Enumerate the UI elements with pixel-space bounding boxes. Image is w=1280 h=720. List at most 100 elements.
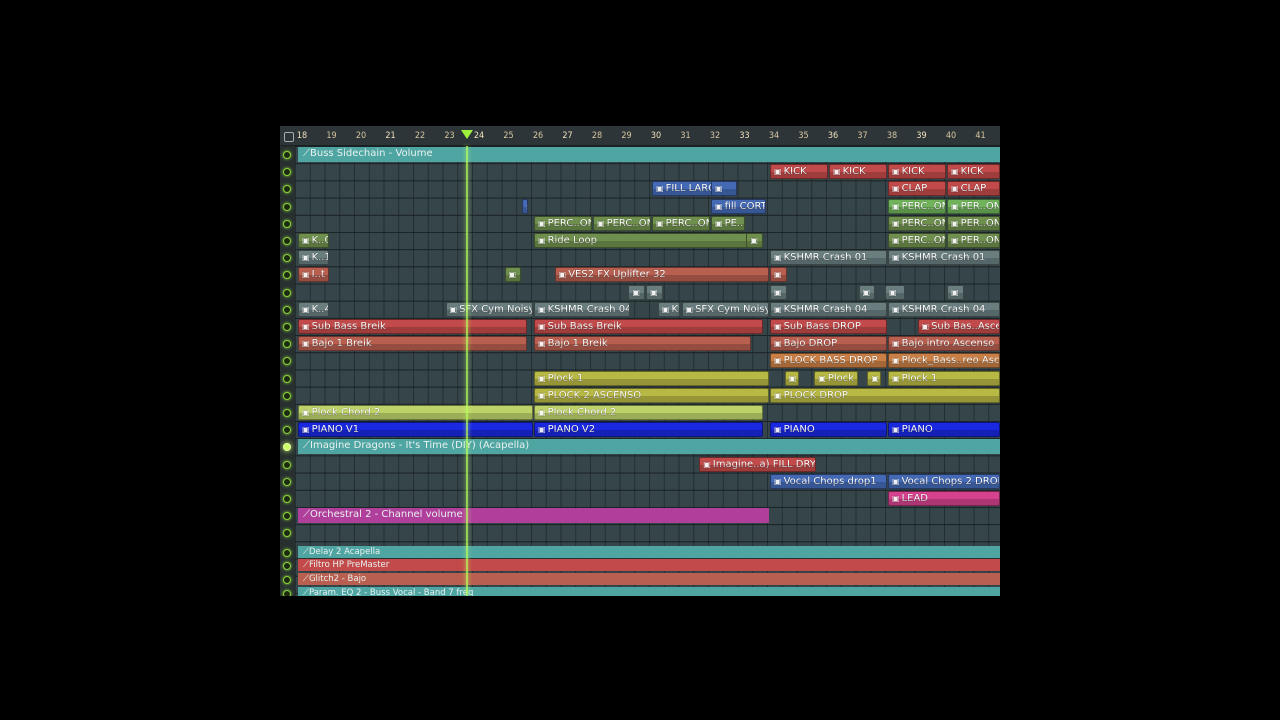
timeline-ruler[interactable]: 18 19 20 21 22 23 24 25 26 27 28 29 30 31 32 33 34 35 36 37… <box>280 126 1000 146</box>
playlist-clip[interactable]: ▣ Plock Chord 2 <box>298 405 533 420</box>
playlist-grid[interactable]: ⟋Buss Sidechain - Volume ▣ KICK ▣ KICK ▣ KICK ▣… <box>295 146 1000 596</box>
playlist-clip[interactable]: ▣ PIANO <box>888 422 1000 438</box>
playlist-clip[interactable]: ▣ <box>746 233 764 248</box>
playlist-clip[interactable]: ▣ K..0 <box>298 233 330 248</box>
playlist-clip[interactable]: ▣ <box>646 284 663 300</box>
automation-clip[interactable]: ⟋Orchestral 2 - Channel volume <box>298 508 769 524</box>
playlist-clip[interactable]: ▣FILL LARGO <box>652 181 713 197</box>
playlist-clip[interactable]: ▣Plock_Bass..reo Ascenso <box>888 353 1000 369</box>
playlist-clip[interactable]: ▣KS <box>657 301 681 317</box>
track-mute-led[interactable] <box>283 288 291 297</box>
playlist-clip[interactable]: ▣ Imagine..a) FILL DRY <box>699 456 817 472</box>
playlist-clip[interactable]: ▣ KICK <box>770 164 828 180</box>
playlist-clip[interactable]: ▣PERC..ON 3 <box>888 233 946 248</box>
playlist-clip[interactable]: ▣ <box>770 284 787 300</box>
playlist-window[interactable]: 18 19 20 21 22 23 24 25 26 27 28 29 30 31 32 33 34 35 36 37… <box>280 126 1000 596</box>
playlist-clip[interactable]: ▣ CLAP <box>947 181 1000 197</box>
playlist-clip[interactable]: ▣PER..ON 3 <box>947 233 1000 248</box>
playlist-clip[interactable]: ▣ <box>770 267 787 283</box>
playlist-clip[interactable]: ▣ <box>885 284 905 300</box>
playlist-clip[interactable]: ▣ LEAD <box>888 491 1000 506</box>
track-mute-led[interactable] <box>283 340 291 349</box>
playlist-clip[interactable]: ▣SFX Cym Noisy #2 <box>445 301 533 317</box>
playlist-clip[interactable]: ▣ <box>867 370 882 386</box>
playlist-clip[interactable]: ▣ PLOCK BASS DROP <box>770 353 887 369</box>
playlist-clip[interactable]: ▣ Bajo intro Ascenso <box>888 336 1000 352</box>
track-mute-led[interactable] <box>283 409 291 417</box>
playhead-marker-icon[interactable] <box>461 130 474 139</box>
playlist-clip[interactable]: ▣PER..ON 2 <box>947 198 1000 214</box>
playlist-clip[interactable]: ▣ KICK <box>829 164 887 180</box>
track-mute-led[interactable] <box>283 443 291 452</box>
playlist-clip[interactable]: ▣ K..4 <box>298 301 330 317</box>
playlist-clip[interactable]: ▣ Bajo 1 Breik <box>534 336 752 352</box>
playlist-clip[interactable]: ▣ PLOCK 2 ASCENSO <box>534 387 769 403</box>
automation-clip[interactable]: ⟋Buss Sidechain - Volume <box>298 147 1000 162</box>
playlist-clip[interactable]: ▣PERC..ON 2 <box>888 198 946 214</box>
track-mute-led[interactable] <box>283 391 291 400</box>
playlist-clip[interactable]: ▣Plock 1 <box>888 370 1000 386</box>
track-mute-led[interactable] <box>283 357 291 366</box>
playlist-clip[interactable]: ▣ KICK <box>947 164 1000 180</box>
playlist-clip[interactable]: ▣ Bajo DROP <box>770 336 887 352</box>
track-mute-led[interactable] <box>283 426 291 435</box>
playlist-clip[interactable]: ▣ KICK <box>888 164 946 180</box>
playlist-clip[interactable]: ▣ CLAP <box>888 181 946 197</box>
playlist-clip[interactable]: ▣ PIANO V2 <box>534 422 764 438</box>
track-mute-led[interactable] <box>283 219 291 228</box>
playlist-clip[interactable]: ▣ <box>522 198 529 214</box>
automation-lane[interactable]: ⟋Glitch2 - Bajo <box>298 573 1000 586</box>
playlist-clip[interactable]: ▣ PLOCK DROP <box>770 387 1000 403</box>
track-mute-led[interactable] <box>283 495 291 503</box>
playlist-clip[interactable]: ▣ <box>947 284 964 300</box>
track-mute-led[interactable] <box>283 576 291 585</box>
track-mute-led[interactable] <box>283 323 291 331</box>
playlist-clip[interactable]: ▣PE..1 <box>711 215 746 231</box>
playlist-clip[interactable]: ▣ Bajo 1 Breik <box>298 336 528 352</box>
playlist-clip[interactable]: ▣ <box>504 267 522 283</box>
playlist-clip[interactable]: ▣Plock 1 <box>814 370 858 386</box>
playlist-clip[interactable]: ▣ KSHMR Crash 04 <box>888 301 1000 317</box>
playhead-line[interactable] <box>466 146 469 596</box>
playlist-clip[interactable]: ▣PERC..ON 1 <box>534 215 592 231</box>
track-mute-led[interactable] <box>283 168 291 177</box>
playlist-clip[interactable]: ▣ <box>628 284 646 300</box>
track-mute-led[interactable] <box>283 271 291 280</box>
playlist-clip[interactable]: ▣ I..t <box>298 267 330 283</box>
playlist-clip[interactable]: ▣ KSHMR Crash 01 <box>888 250 1000 266</box>
track-mute-led[interactable] <box>283 185 291 194</box>
playlist-clip[interactable]: ▣ <box>784 370 799 386</box>
playlist-clip[interactable]: ▣ Sub Bass Breik <box>534 319 764 334</box>
playlist-clip[interactable]: ▣PERC..ON 1 <box>888 215 946 231</box>
playlist-clip[interactable]: ▣ K..1 <box>298 250 330 266</box>
track-mute-led[interactable] <box>283 477 291 486</box>
playlist-clip[interactable]: ▣ <box>711 181 737 197</box>
playlist-clip[interactable]: ▣ Sub Bass DROP <box>770 319 887 334</box>
track-mute-led[interactable] <box>283 562 291 571</box>
track-mute-led[interactable] <box>283 237 291 245</box>
playlist-clip[interactable]: ▣ KSHMR Crash 01 <box>770 250 887 266</box>
playlist-clip[interactable]: ▣ <box>858 284 876 300</box>
track-mute-led[interactable] <box>283 202 291 211</box>
playlist-clip[interactable]: ▣Sub Bas..Ascenso <box>917 319 1000 334</box>
track-mute-led[interactable] <box>283 512 291 521</box>
playlist-clip[interactable]: ▣ Plock Chord 2 <box>534 405 764 420</box>
automation-lane[interactable]: ⟋Param. EQ 2 - Buss Vocal - Band 7 freq <box>298 587 1000 596</box>
track-mute-led[interactable] <box>283 151 291 159</box>
playlist-clip[interactable]: ▣ KSHMR Crash 04 <box>770 301 887 317</box>
playlist-clip[interactable]: ▣ Vocal Chops 2 DROP <box>888 473 1000 489</box>
playlist-clip[interactable]: ▣PERC..ON 1 <box>652 215 710 231</box>
automation-lane[interactable]: ⟋Filtro HP PreMaster <box>298 559 1000 572</box>
playlist-clip[interactable]: ▣ PIANO V1 <box>298 422 533 438</box>
track-mute-led[interactable] <box>283 254 291 263</box>
playlist-clip[interactable]: ▣ KSHMR Crash 04 <box>534 301 631 317</box>
track-mute-led[interactable] <box>283 529 291 538</box>
playlist-clip[interactable]: ▣ PIANO <box>770 422 887 438</box>
playlist-clip[interactable]: ▣PER..ON 1 <box>947 215 1000 231</box>
playlist-clip[interactable]: ▣ VES2 FX Uplifter 32 <box>554 267 769 283</box>
track-mute-led[interactable] <box>283 305 291 314</box>
playlist-clip[interactable]: ▣Plock 1 <box>534 370 769 386</box>
playlist-clip[interactable]: ▣ fill CORT <box>711 198 767 214</box>
automation-clip[interactable]: ⟋Imagine Dragons - It's Time (DIY) (Acap… <box>298 439 1000 455</box>
track-mute-led[interactable] <box>283 590 291 596</box>
